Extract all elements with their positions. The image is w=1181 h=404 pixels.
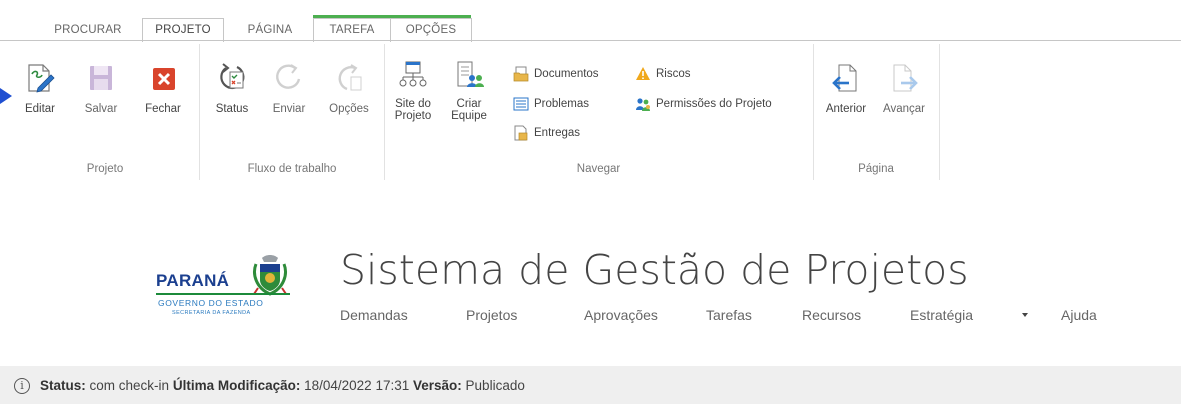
save-icon: [85, 62, 117, 94]
nav-item-estrategia[interactable]: Estratégia: [910, 307, 973, 323]
enviar-label: Enviar: [272, 103, 306, 115]
issues-list-icon: [513, 96, 529, 112]
ribbon-divider: [0, 40, 1181, 41]
tab-tarefa[interactable]: TAREFA: [313, 18, 391, 42]
group-label-navegar: Navegar: [576, 163, 621, 175]
previous-page-icon: [830, 62, 862, 94]
site-hierarchy-icon: [397, 59, 429, 91]
entregas-button[interactable]: Entregas: [513, 124, 580, 142]
build-team-icon: [453, 59, 485, 91]
nav-item-ajuda[interactable]: Ajuda: [1061, 307, 1097, 323]
site-do-projeto-button[interactable]: Site do Projeto: [392, 59, 434, 122]
modified-value: 18/04/2022 17:31: [304, 378, 410, 393]
status-label: Status: [215, 103, 249, 115]
group-fluxo-de-trabalho: Status Enviar Opções Fluxo de trabalho: [202, 45, 382, 180]
site-do-projeto-label: Site do Projeto: [392, 98, 434, 122]
coat-of-arms-icon: [248, 254, 292, 298]
fechar-button[interactable]: Fechar: [140, 62, 186, 115]
criar-equipe-line2: Equipe: [451, 110, 487, 122]
next-page-icon: [888, 62, 920, 94]
logo-wordmark: PARANÁ: [156, 271, 230, 290]
ribbon-tabs: PROCURAR PROJETO PÁGINA TAREFA OPÇÕES: [0, 0, 1181, 42]
tab-procurar[interactable]: PROCURAR: [36, 20, 140, 40]
status-button[interactable]: Status: [212, 62, 252, 115]
group-separator: [813, 44, 814, 180]
logo-secretaria: SECRETARIA DA FAZENDA: [172, 310, 251, 316]
opcoes-workflow-button[interactable]: Opções: [326, 62, 372, 115]
entregas-label: Entregas: [534, 127, 581, 139]
parana-logo[interactable]: PARANÁ GOVERNO DO ESTADO SECRETARIA DA F…: [150, 250, 300, 340]
nav-item-demandas[interactable]: Demandas: [340, 307, 408, 323]
group-label-fluxo: Fluxo de trabalho: [247, 163, 337, 175]
documentos-button[interactable]: Documentos: [513, 65, 599, 83]
group-projeto: Editar Salvar Fechar Projeto: [14, 45, 196, 180]
editar-label: Editar: [24, 103, 56, 115]
nav-item-tarefas[interactable]: Tarefas: [706, 307, 752, 323]
version-value: Publicado: [465, 378, 525, 393]
modified-label: Última Modificação:: [172, 378, 301, 393]
permissoes-do-projeto-label: Permissões do Projeto: [656, 98, 772, 110]
tab-opcoes[interactable]: OPÇÕES: [390, 18, 472, 42]
status-text: Status: com check-in Última Modificação:…: [40, 378, 525, 393]
status-value: com check-in: [89, 378, 170, 393]
close-icon: [147, 62, 179, 94]
avancar-label: Avançar: [883, 103, 925, 115]
riscos-button[interactable]: Riscos: [635, 65, 691, 83]
documents-icon: [513, 66, 529, 82]
documentos-label: Documentos: [534, 68, 599, 80]
site-title[interactable]: Sistema de Gestão de Projetos: [340, 246, 969, 294]
avancar-button[interactable]: Avançar: [877, 62, 931, 115]
salvar-label: Salvar: [84, 103, 118, 115]
version-label: Versão:: [413, 378, 462, 393]
editar-button[interactable]: Editar: [20, 62, 60, 115]
criar-equipe-button[interactable]: Criar Equipe: [448, 59, 490, 122]
group-separator: [939, 44, 940, 180]
chevron-down-icon[interactable]: [1022, 313, 1028, 317]
opcoes-workflow-label: Opções: [329, 103, 369, 115]
enviar-button[interactable]: Enviar: [268, 62, 310, 115]
submit-icon: [273, 62, 305, 94]
nav-item-projetos[interactable]: Projetos: [466, 307, 517, 323]
status-bar: i Status: com check-in Última Modificaçã…: [0, 366, 1181, 404]
group-separator: [199, 44, 200, 180]
edit-page-icon: [24, 62, 56, 94]
info-icon: i: [14, 378, 30, 394]
status-label: Status:: [40, 378, 86, 393]
tab-projeto[interactable]: PROJETO: [142, 18, 224, 42]
warning-icon: [635, 66, 651, 82]
anterior-button[interactable]: Anterior: [819, 62, 873, 115]
site-do-projeto-line2: Projeto: [394, 110, 432, 122]
criar-equipe-label: Criar Equipe: [448, 98, 490, 122]
criar-equipe-line1: Criar: [456, 98, 482, 110]
deliverables-icon: [513, 125, 529, 141]
group-label-projeto: Projeto: [86, 163, 124, 175]
group-label-pagina: Página: [858, 163, 894, 175]
group-navegar: Site do Projeto Criar Equipe Documentos …: [386, 45, 811, 180]
permissoes-do-projeto-button[interactable]: Permissões do Projeto: [635, 95, 772, 113]
tab-pagina[interactable]: PÁGINA: [228, 20, 312, 40]
group-separator: [384, 44, 385, 180]
logo-subtitle: GOVERNO DO ESTADO: [158, 298, 264, 308]
logo-stripe: [156, 293, 290, 295]
riscos-label: Riscos: [656, 68, 691, 80]
fechar-label: Fechar: [145, 103, 181, 115]
permissions-people-icon: [635, 96, 651, 112]
workflow-status-icon: [216, 62, 248, 94]
options-icon: [333, 62, 365, 94]
problemas-button[interactable]: Problemas: [513, 95, 589, 113]
nav-item-recursos[interactable]: Recursos: [802, 307, 861, 323]
anterior-label: Anterior: [825, 103, 867, 115]
salvar-button[interactable]: Salvar: [80, 62, 122, 115]
site-do-projeto-line1: Site do: [395, 98, 431, 110]
group-pagina: Anterior Avançar Página: [815, 45, 937, 180]
nav-item-aprovacoes[interactable]: Aprovações: [584, 307, 658, 323]
problemas-label: Problemas: [534, 98, 589, 110]
pointer-arrow-icon: [0, 86, 14, 106]
